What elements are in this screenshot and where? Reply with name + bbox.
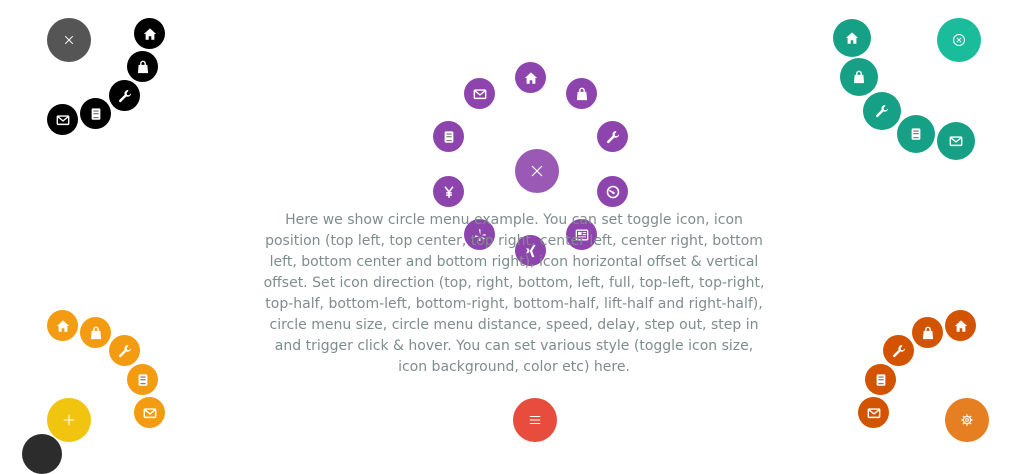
menu-item-dashboard[interactable] (597, 176, 628, 207)
wrench-icon (892, 344, 906, 358)
menu-icon (528, 413, 542, 427)
menu-item-home[interactable] (47, 310, 78, 341)
menu-item-envelope[interactable] (464, 78, 495, 109)
dashboard-icon (606, 185, 620, 199)
wrench-icon (875, 104, 889, 118)
menu-item-bag[interactable] (127, 51, 158, 82)
menu-item-book[interactable] (433, 121, 464, 152)
close-icon (529, 163, 545, 179)
wrench-icon (118, 89, 132, 103)
toggle-close-button[interactable] (47, 18, 91, 62)
toggle-gear-button[interactable] (945, 398, 989, 442)
book-icon (909, 127, 923, 141)
wrench-icon (606, 130, 620, 144)
menu-item-wrench[interactable] (863, 92, 901, 130)
toggle-close-button[interactable] (937, 18, 981, 62)
menu-item-book[interactable] (80, 98, 111, 129)
toggle-close-button[interactable] (515, 149, 559, 193)
bag-icon (89, 326, 103, 340)
home-icon (143, 27, 157, 41)
menu-item-envelope[interactable] (134, 397, 165, 428)
envelope-icon (949, 134, 963, 148)
home-icon (954, 319, 968, 333)
menu-item-wrench[interactable] (109, 80, 140, 111)
book-icon (89, 107, 103, 121)
menu-item-envelope[interactable] (858, 397, 889, 428)
home-icon (56, 319, 70, 333)
toggle-plus-button[interactable] (47, 398, 91, 442)
plus-icon (62, 413, 76, 427)
description-text: Here we show circle menu example. You ca… (263, 212, 765, 375)
envelope-icon (867, 406, 881, 420)
menu-item-home[interactable] (945, 310, 976, 341)
bag-icon (575, 87, 589, 101)
menu-item-envelope[interactable] (47, 104, 78, 135)
toggle-menu-button[interactable] (513, 398, 557, 442)
book-icon (442, 130, 456, 144)
bag-icon (136, 60, 150, 74)
envelope-icon (473, 87, 487, 101)
menu-item-bag[interactable] (912, 317, 943, 348)
bag-icon (921, 326, 935, 340)
menu-item-wrench[interactable] (597, 121, 628, 152)
menu-item-book[interactable] (127, 364, 158, 395)
menu-item-bag[interactable] (80, 317, 111, 348)
close-icon (63, 34, 75, 46)
book-icon (136, 373, 150, 387)
gear-icon (960, 413, 974, 427)
menu-item-home[interactable] (134, 18, 165, 49)
book-icon (874, 373, 888, 387)
home-icon (524, 71, 538, 85)
bag-icon (852, 70, 866, 84)
menu-item-home[interactable] (515, 62, 546, 93)
envelope-icon (56, 113, 70, 127)
menu-item-book[interactable] (897, 115, 935, 153)
menu-item-wrench[interactable] (883, 335, 914, 366)
envelope-icon (143, 406, 157, 420)
close-circle-icon (952, 33, 966, 47)
menu-item-yen[interactable] (433, 176, 464, 207)
menu-item-envelope[interactable] (937, 122, 975, 160)
yen-icon (442, 185, 456, 199)
home-icon (845, 31, 859, 45)
menu-item-bag[interactable] (840, 58, 878, 96)
menu-item-bag[interactable] (566, 78, 597, 109)
wrench-icon (118, 344, 132, 358)
menu-item-book[interactable] (865, 364, 896, 395)
menu-item-wrench[interactable] (109, 335, 140, 366)
partial-circle-button[interactable] (22, 434, 62, 474)
menu-item-home[interactable] (833, 19, 871, 57)
